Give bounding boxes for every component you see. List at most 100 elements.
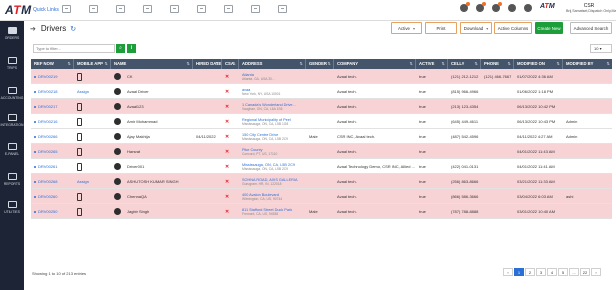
table-row[interactable]: DRV00218 Assign Avaal Driver ✕ avaa New York,… bbox=[31, 84, 612, 99]
print-icon[interactable] bbox=[251, 5, 260, 13]
active-filter-dropdown[interactable]: Active ▾ bbox=[391, 22, 422, 34]
document-icon[interactable] bbox=[116, 5, 125, 13]
bell-icon[interactable] bbox=[492, 2, 502, 12]
page-button[interactable]: 1 bbox=[514, 268, 524, 276]
col-ref-now[interactable]: REF NOW ⇅ bbox=[31, 59, 74, 69]
table-row[interactable]: DRV00216 Amir Mohammad ✕ Regional Municipal… bbox=[31, 114, 612, 129]
col-active[interactable]: ACTIVE ⇅ bbox=[416, 59, 448, 69]
sidebar-item-orders[interactable]: ORDERS bbox=[0, 27, 24, 40]
expand-dot-icon[interactable] bbox=[34, 180, 36, 183]
page-button[interactable]: 4 bbox=[547, 268, 557, 276]
refresh-icon[interactable]: ↻ bbox=[70, 25, 76, 33]
page-size-select[interactable]: 10 ▾ bbox=[590, 44, 612, 53]
table-row[interactable]: DRV00219 CK ✕ Atlanta Atlanta, GA, USA 30...… bbox=[31, 69, 612, 84]
download-button[interactable]: Download ▾ bbox=[460, 22, 492, 34]
expand-dot-icon[interactable] bbox=[34, 210, 36, 213]
create-new-button[interactable]: Create New bbox=[535, 22, 563, 34]
table-row[interactable]: DRV00266 Ajay Makhija 04/11/2022 ✕ 150 City … bbox=[31, 129, 612, 144]
expand-dot-icon[interactable] bbox=[34, 165, 36, 168]
hired-cell bbox=[193, 144, 222, 159]
settings-icon[interactable] bbox=[278, 5, 287, 13]
driver-ref-link[interactable]: DRV00265 bbox=[31, 144, 74, 159]
table-row[interactable]: DRV00250 Jagbir Singh ✕ 811 Stafford Street… bbox=[31, 204, 612, 219]
col-company[interactable]: COMPANY ⇅ bbox=[334, 59, 416, 69]
table-row[interactable]: DRV00268 Assign ASHUTOSH KUMAR SINGH ✕ SOHNA… bbox=[31, 174, 612, 189]
col-hired-date[interactable]: HIRED DATE ⇅ bbox=[193, 59, 222, 69]
col-cell[interactable]: CELL# ⇅ bbox=[448, 59, 481, 69]
sidebar-item-trips[interactable]: TRIPS bbox=[0, 57, 24, 70]
col-modified-by[interactable]: MODIFIED BY ⇅ bbox=[563, 59, 612, 69]
info-icon[interactable]: i bbox=[127, 44, 136, 53]
assign-link[interactable]: Assign bbox=[77, 179, 89, 184]
expand-dot-icon[interactable] bbox=[34, 105, 36, 108]
active-columns-button[interactable]: Active Columns bbox=[494, 22, 532, 34]
page-button[interactable]: ... bbox=[569, 268, 579, 276]
page-button[interactable]: 3 bbox=[536, 268, 546, 276]
table-row[interactable]: DRV00217 Avaal123 ✕ 1 Canada's Wonderland D… bbox=[31, 99, 612, 114]
user-menu[interactable]: CSR Brij,Samatset,Dispatch Only,Ma bbox=[566, 3, 616, 13]
expand-dot-icon[interactable] bbox=[34, 75, 36, 78]
list-icon[interactable] bbox=[143, 5, 152, 13]
sidebar-item-accounting[interactable]: ACCOUNTING bbox=[0, 87, 24, 100]
sidebar-item-integration[interactable]: INTEGRATION bbox=[0, 114, 24, 127]
clipboard-icon[interactable] bbox=[170, 5, 179, 13]
folder-icon[interactable] bbox=[197, 5, 206, 13]
sidebar-item-utilities[interactable]: UTILITIES bbox=[0, 201, 24, 214]
alert-icon[interactable] bbox=[460, 2, 470, 12]
quick-links-link[interactable]: Quick Links bbox=[33, 7, 59, 13]
mobile-app-cell[interactable]: Assign bbox=[74, 174, 111, 189]
table-row[interactable]: DRV00261 Driver001 ✕ Mississauga, ON, CA, L… bbox=[31, 159, 612, 174]
app-logo[interactable]: ATM bbox=[5, 3, 32, 17]
mod-on-cell: 04/01/2022 11:41 AM bbox=[517, 164, 555, 169]
driver-ref-link[interactable]: DRV00250 bbox=[31, 204, 74, 219]
advanced-search-button[interactable]: Advanced Search bbox=[570, 22, 612, 34]
driver-ref-link[interactable]: DRV00219 bbox=[31, 69, 74, 84]
col-modified-on[interactable]: MODIFIED ON ⇅ bbox=[514, 59, 563, 69]
page-button[interactable]: 5 bbox=[558, 268, 568, 276]
dashboard-icon[interactable] bbox=[62, 5, 71, 13]
box-icon[interactable] bbox=[224, 5, 233, 13]
driver-name: Harsrat bbox=[127, 149, 141, 154]
driver-ref-link[interactable]: DRV00216 bbox=[31, 114, 74, 129]
mobile-app-cell[interactable]: Assign bbox=[74, 84, 111, 99]
col-phone[interactable]: PHONE ⇅ bbox=[481, 59, 514, 69]
filter-input[interactable] bbox=[33, 44, 115, 53]
col-address[interactable]: ADDRESS ⇅ bbox=[239, 59, 306, 69]
expand-dot-icon[interactable] bbox=[34, 90, 36, 93]
expand-dot-icon[interactable] bbox=[34, 195, 36, 198]
table-row[interactable]: DRV00265 Harsrat ✕ Pike County Concord, PT, … bbox=[31, 144, 612, 159]
page-button[interactable]: ‹ bbox=[503, 268, 513, 276]
sidebar-item-epanel[interactable]: E-PANEL bbox=[0, 143, 24, 156]
driver-ref-link[interactable]: DRV00217 bbox=[31, 99, 74, 114]
search-icon[interactable]: ⌕ bbox=[116, 44, 125, 53]
driver-ref-link[interactable]: DRV00261 bbox=[31, 159, 74, 174]
table-row[interactable]: DRV00260 ChennaQA ✕ 400 Avalon Boulevard Wil… bbox=[31, 189, 612, 204]
power-icon[interactable] bbox=[524, 4, 532, 12]
sidebar-item-reports[interactable]: REPORTS bbox=[0, 173, 24, 186]
back-arrow-icon[interactable]: ➔ bbox=[30, 25, 36, 33]
active-cell: true bbox=[419, 119, 426, 124]
mod-on-cell: 01/06/2022 1:18 PM bbox=[517, 89, 554, 94]
driver-ref-link[interactable]: DRV00266 bbox=[31, 129, 74, 144]
col-name[interactable]: NAME ⇅ bbox=[111, 59, 193, 69]
print-button[interactable]: Print bbox=[425, 22, 457, 34]
page-button[interactable]: 2 bbox=[525, 268, 535, 276]
col-gender[interactable]: GENDER ⇅ bbox=[306, 59, 334, 69]
col-csa[interactable]: CSA ⇅ bbox=[222, 59, 239, 69]
mobile-app-cell bbox=[74, 69, 111, 84]
message-icon[interactable] bbox=[476, 2, 486, 12]
driver-ref-link[interactable]: DRV00268 bbox=[31, 174, 74, 189]
driver-ref-link[interactable]: DRV00218 bbox=[31, 84, 74, 99]
expand-dot-icon[interactable] bbox=[34, 150, 36, 153]
driver-name-cell: Driver001 bbox=[111, 159, 193, 174]
driver-ref-link[interactable]: DRV00260 bbox=[31, 189, 74, 204]
truck-icon[interactable] bbox=[89, 5, 98, 13]
col-mobile-app[interactable]: MOBILE APP ⇅ bbox=[74, 59, 111, 69]
gear-icon[interactable] bbox=[508, 4, 516, 12]
mod-by-cell bbox=[563, 99, 612, 114]
expand-dot-icon[interactable] bbox=[34, 120, 36, 123]
page-button[interactable]: 22 bbox=[580, 268, 590, 276]
expand-dot-icon[interactable] bbox=[34, 135, 36, 138]
page-button[interactable]: › bbox=[591, 268, 601, 276]
assign-link[interactable]: Assign bbox=[77, 89, 89, 94]
